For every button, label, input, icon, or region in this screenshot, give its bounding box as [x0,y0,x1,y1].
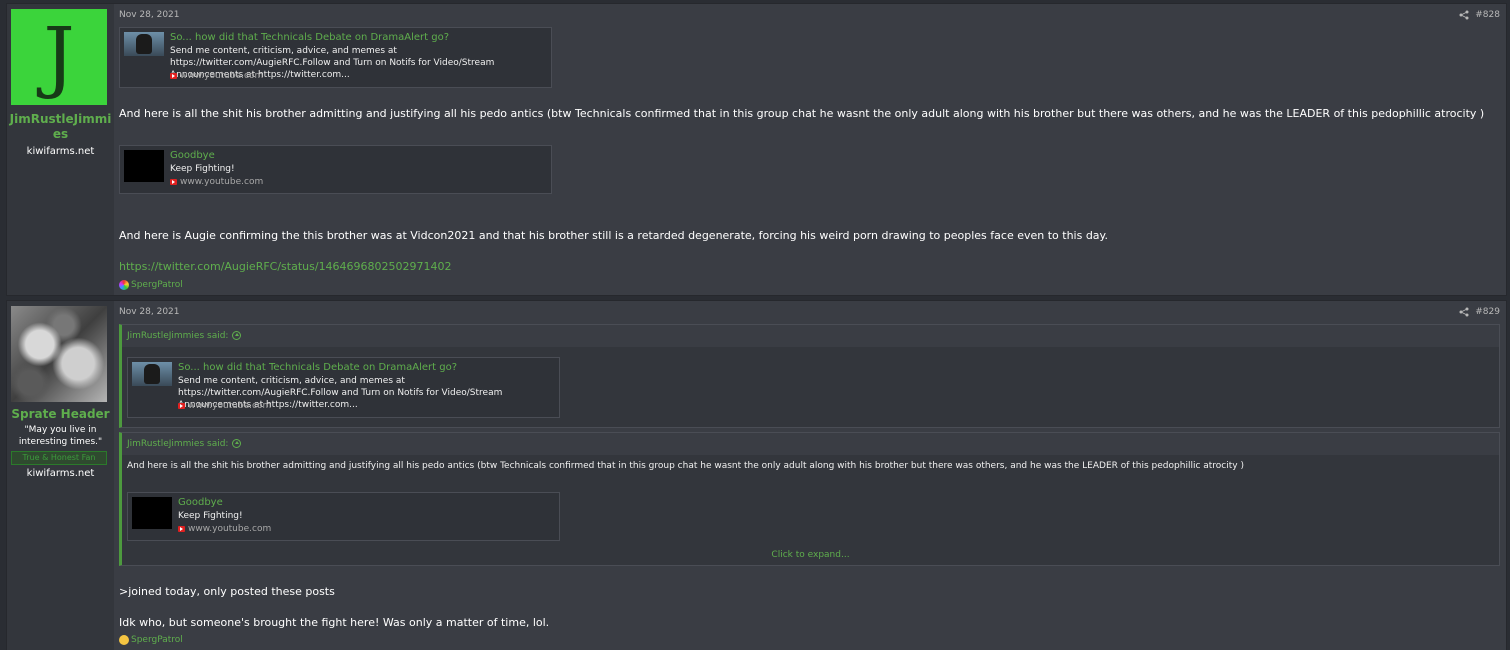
post-829: Sprate Header "May you live in interesti… [6,300,1507,650]
site-label: kiwifarms.net [26,146,95,157]
embed-source: www.youtube.com [170,71,263,81]
video-thumbnail[interactable] [132,497,172,529]
user-banner: True & Honest Fan [11,451,107,465]
click-to-expand[interactable]: Click to expand... [122,550,1499,560]
user-info: Sprate Header "May you live in interesti… [7,301,114,650]
reaction-bar[interactable]: SpergPatrol [119,280,183,290]
embed-title[interactable]: So... how did that Technicals Debate on … [178,362,457,373]
user-info: J JimRustleJimmies kiwifarms.net [7,4,114,295]
youtube-icon [170,179,177,185]
post-date[interactable]: Nov 28, 2021 [119,10,180,20]
post-date[interactable]: Nov 28, 2021 [119,307,180,317]
quote-author[interactable]: JimRustleJimmies said: [127,331,228,341]
post-text: >joined today, only posted these posts [119,585,335,598]
quote-text: And here is all the shit his brother adm… [127,461,1244,471]
share-icon[interactable] [1459,10,1469,20]
youtube-embed[interactable]: Goodbye Keep Fighting! www.youtube.com [127,492,560,541]
jump-to-icon[interactable] [232,331,242,340]
reaction-user[interactable]: SpergPatrol [131,635,183,645]
user-title: "May you live in interesting times." [18,425,103,447]
embed-source-label: www.youtube.com [180,71,264,81]
video-thumbnail[interactable] [124,150,164,182]
post-828: J JimRustleJimmies kiwifarms.net Nov 28,… [6,3,1507,296]
blockquote: JimRustleJimmies said: And here is all t… [119,432,1500,566]
embed-title[interactable]: Goodbye [170,150,215,161]
avatar[interactable]: J [11,9,107,105]
reaction-icon [119,635,129,645]
quote-header[interactable]: JimRustleJimmies said: [122,325,1499,347]
embed-title[interactable]: So... how did that Technicals Debate on … [170,32,449,43]
post-number[interactable]: #828 [1475,10,1500,20]
message-body: Nov 28, 2021 #829 JimRustleJimmies said:… [114,301,1506,650]
post-text: Idk who, but someone's brought the fight… [119,616,550,629]
youtube-embed[interactable]: So... how did that Technicals Debate on … [127,357,560,418]
youtube-embed[interactable]: Goodbye Keep Fighting! www.youtube.com [119,145,552,194]
post-meta: #829 [1459,307,1500,317]
video-thumbnail[interactable] [132,362,172,386]
youtube-icon [178,526,185,532]
post-number[interactable]: #829 [1475,307,1500,317]
embed-source-label: www.youtube.com [188,524,272,534]
reaction-user[interactable]: SpergPatrol [131,280,183,290]
quote-header[interactable]: JimRustleJimmies said: [122,433,1499,455]
quote-author[interactable]: JimRustleJimmies said: [127,439,228,449]
embed-source: www.youtube.com [170,177,263,187]
youtube-embed[interactable]: So... how did that Technicals Debate on … [119,27,552,88]
embed-source: www.youtube.com [178,401,271,411]
embed-description: Keep Fighting! [170,164,235,174]
reaction-bar[interactable]: SpergPatrol [119,635,183,645]
share-icon[interactable] [1459,307,1469,317]
site-label: kiwifarms.net [26,468,95,479]
jump-to-icon[interactable] [232,439,242,448]
message-body: Nov 28, 2021 #828 So... how did that Tec… [114,4,1506,295]
youtube-icon [178,403,185,409]
embed-source-label: www.youtube.com [180,177,264,187]
username[interactable]: JimRustleJimmies [9,112,112,142]
youtube-icon [170,73,177,79]
reaction-icon [119,280,129,290]
embed-source-label: www.youtube.com [188,401,272,411]
blockquote: JimRustleJimmies said: So... how did tha… [119,324,1500,428]
post-text: And here is all the shit his brother adm… [119,107,1485,120]
tweet-link[interactable]: https://twitter.com/AugieRFC/status/1464… [119,260,452,273]
post-meta: #828 [1459,10,1500,20]
embed-source: www.youtube.com [178,524,271,534]
post-text: And here is Augie confirming the this br… [119,229,1108,242]
username[interactable]: Sprate Header [9,407,112,422]
video-thumbnail[interactable] [124,32,164,56]
avatar[interactable] [11,306,107,402]
embed-title[interactable]: Goodbye [178,497,223,508]
embed-description: Keep Fighting! [178,511,243,521]
